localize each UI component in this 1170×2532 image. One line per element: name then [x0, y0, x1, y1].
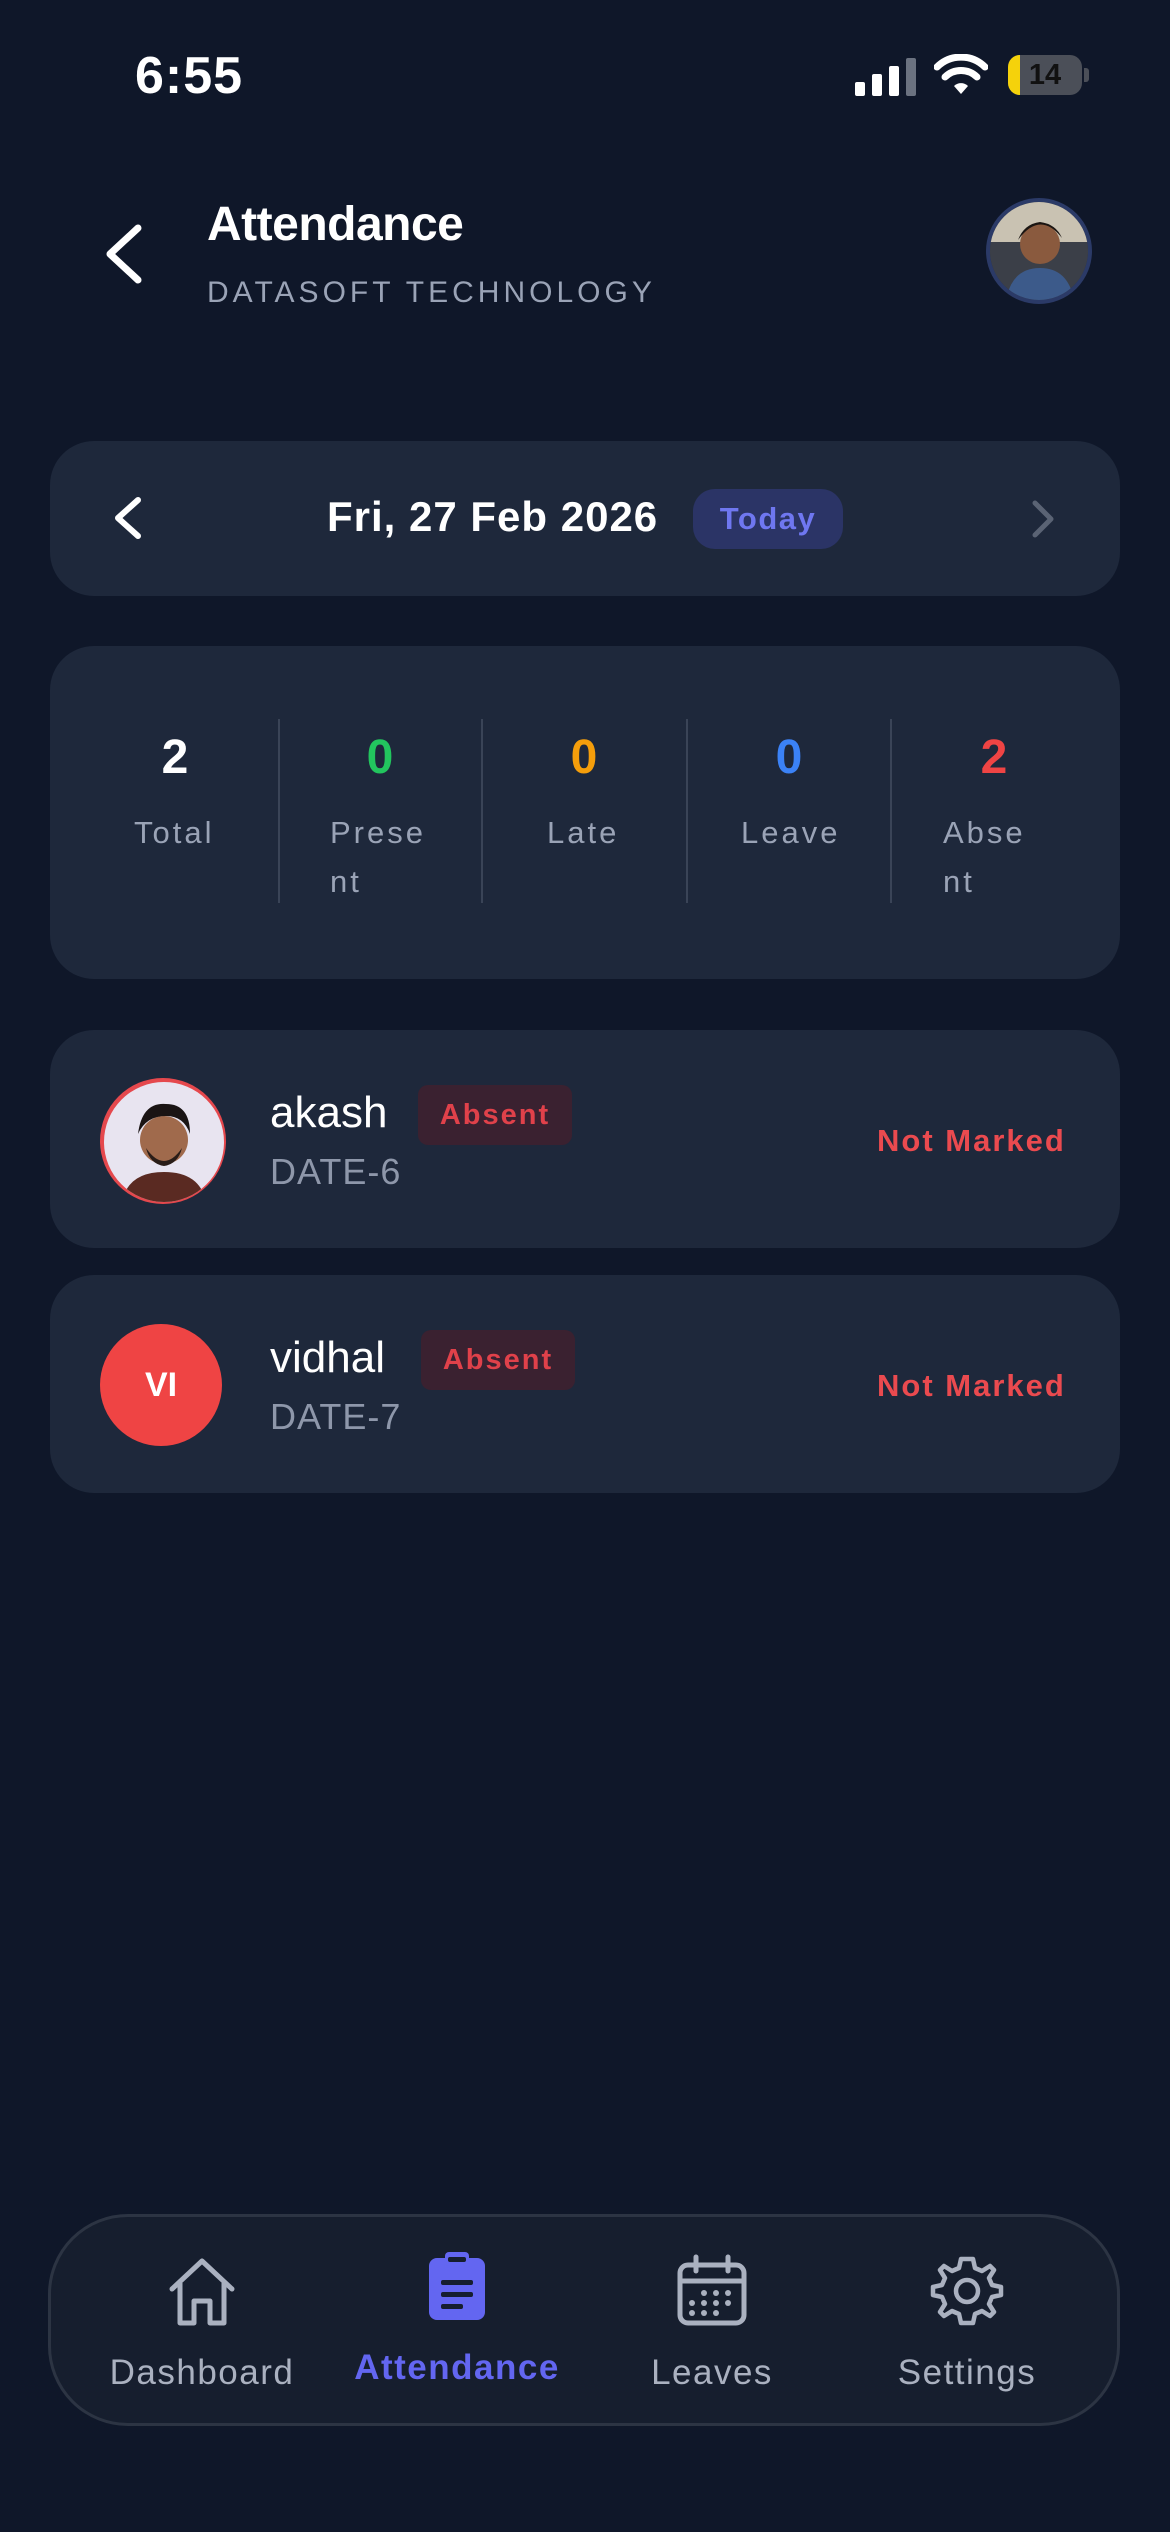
stat-leave-label: Leave: [741, 815, 841, 850]
wifi-icon: [934, 54, 988, 94]
today-badge[interactable]: Today: [693, 489, 843, 549]
stat-divider: [278, 719, 280, 903]
clipboard-icon: [429, 2252, 485, 2320]
page-title: Attendance: [207, 198, 464, 251]
stat-late-value: 0: [570, 731, 598, 784]
employee-code: DATE-7: [270, 1396, 402, 1437]
stat-leave-value: 0: [775, 731, 803, 784]
stat-total-label: Total: [134, 815, 215, 850]
signal-icon: [855, 58, 916, 96]
employee-name: akash: [270, 1088, 388, 1137]
back-button[interactable]: [98, 222, 150, 286]
employee-code: DATE-6: [270, 1151, 402, 1192]
stat-present-value: 0: [366, 731, 394, 784]
status-time: 6:55: [135, 47, 244, 105]
status-badge: Absent: [421, 1330, 575, 1390]
nav-label: Settings: [897, 2353, 1037, 2392]
stat-divider: [481, 719, 483, 903]
nav-leaves[interactable]: Leaves: [602, 2253, 822, 2393]
nav-label: Attendance: [354, 2348, 560, 2387]
nav-dashboard[interactable]: Dashboard: [92, 2253, 312, 2393]
stat-late-label: Late: [547, 815, 620, 850]
battery-icon: 14: [1008, 55, 1090, 95]
nav-attendance[interactable]: Attendance: [347, 2248, 567, 2388]
stat-total-value: 2: [161, 731, 189, 784]
employee-name: vidhal: [270, 1333, 385, 1382]
stat-divider: [890, 719, 892, 903]
stat-absent-value: 2: [980, 731, 1008, 784]
status-badge: Absent: [418, 1085, 572, 1145]
previous-date-button[interactable]: [110, 495, 146, 541]
mark-status[interactable]: Not Marked: [877, 1368, 1066, 1404]
employee-avatar: [104, 1082, 224, 1202]
battery-level: 14: [1028, 59, 1062, 91]
mark-status[interactable]: Not Marked: [877, 1123, 1066, 1159]
calendar-icon: [677, 2254, 747, 2326]
profile-avatar[interactable]: [986, 198, 1092, 304]
stat-present-label: Prese nt: [330, 815, 426, 899]
company-name: DATASOFT TECHNOLOGY: [207, 276, 656, 309]
nav-label: Leaves: [651, 2353, 773, 2392]
next-date-button[interactable]: [1030, 499, 1056, 539]
employee-initials-avatar: VI: [100, 1324, 222, 1446]
nav-settings[interactable]: Settings: [857, 2253, 1077, 2393]
stat-absent-label: Abse nt: [943, 815, 1026, 899]
stat-divider: [686, 719, 688, 903]
home-icon: [169, 2258, 235, 2326]
selected-date: Fri, 27 Feb 2026: [327, 493, 659, 540]
nav-label: Dashboard: [109, 2353, 295, 2392]
gear-icon: [930, 2256, 1004, 2326]
